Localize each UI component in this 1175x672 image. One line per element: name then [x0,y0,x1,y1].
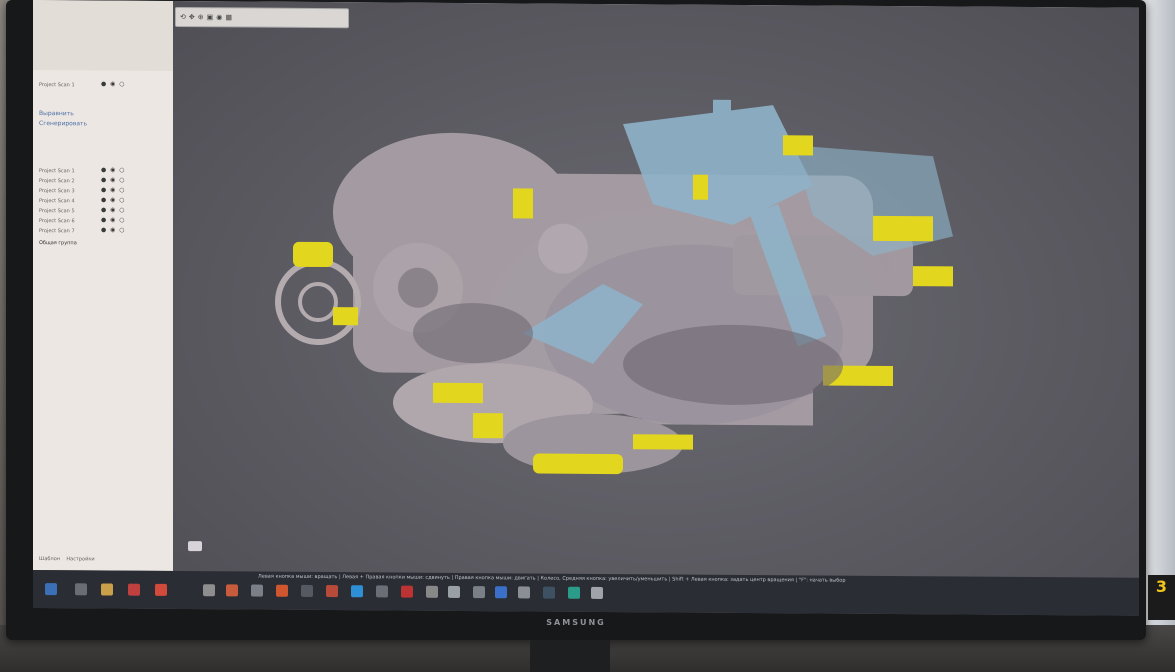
app-icon[interactable] [473,586,485,599]
browser-icon[interactable] [351,585,363,598]
pdf-icon[interactable] [326,585,338,598]
app-icon[interactable] [591,586,603,599]
scanner-app-icon[interactable] [448,585,460,598]
monitor-bezel: Project Scan 1 ● ◉ ○ Выравнить Сгенериро… [6,0,1146,640]
scan-row[interactable]: Project Scan 1 [39,168,75,176]
grid-icon[interactable]: ▦ [225,13,235,21]
pan-icon[interactable]: ✥ [189,13,198,21]
app-icon[interactable] [128,583,140,596]
eye-icon[interactable]: ◉ [216,13,225,21]
scan-row-icons[interactable]: ● ◉ ○ [101,226,126,234]
generate-action[interactable]: Сгенерировать [39,120,87,128]
app-icon[interactable] [568,586,580,599]
scan-row[interactable]: Project Scan 7 [39,228,75,236]
scan-row[interactable]: Project Scan 1 [39,82,75,90]
left-panel: Project Scan 1 ● ◉ ○ Выравнить Сгенериро… [33,0,174,571]
app-icon[interactable] [401,585,413,598]
scan-row[interactable]: Project Scan 2 [39,178,75,186]
left-panel-footer: Шаблон Настройки [39,556,95,562]
zoom-icon[interactable]: ⊕ [198,13,207,21]
app-icon[interactable] [543,586,555,599]
app-icon[interactable] [301,584,313,597]
search-icon[interactable] [75,583,87,596]
folder-icon[interactable] [101,583,113,596]
scan-row[interactable]: Project Scan 6 [39,218,75,226]
app-icon[interactable] [226,584,238,597]
scan-row-icons[interactable]: ● ◉ ○ [101,186,126,194]
group-row[interactable]: Общая группа [39,240,77,248]
scan-row-icons[interactable]: ● ◉ ○ [101,196,126,204]
app-icon[interactable] [155,583,167,596]
scan-row-icons[interactable]: ● ◉ ○ [101,216,126,224]
box-sticker: 3 [1148,575,1175,620]
scan-row[interactable]: Project Scan 3 [39,188,75,196]
monitor-brand-logo: SAMSUNG [546,618,606,627]
scan-row[interactable]: Project Scan 4 [39,198,75,206]
footer-tab-settings[interactable]: Настройки [66,556,94,562]
align-action[interactable]: Выравнить [39,110,74,118]
rotate-icon[interactable]: ⟲ [180,13,189,21]
app-icon[interactable] [251,584,263,597]
monitor-stand [530,640,610,672]
scan-row[interactable]: Project Scan 5 [39,208,75,216]
app-icon[interactable] [376,585,388,598]
scan-row-icons[interactable]: ● ◉ ○ [101,166,126,174]
app-icon[interactable] [426,585,438,598]
app-icon[interactable] [518,586,530,599]
select-icon[interactable]: ▣ [207,13,217,21]
3d-viewport[interactable] [173,0,1139,578]
scan-row-icons[interactable]: ● ◉ ○ [101,80,126,88]
system-tray[interactable] [1033,581,1133,612]
left-panel-toolbar [33,0,173,71]
footer-tab-template[interactable]: Шаблон [39,556,60,562]
scan-row-icons[interactable]: ● ◉ ○ [101,176,126,184]
viewport-toolbar[interactable]: ⟲✥⊕▣◉▦ [175,6,349,29]
app-icon[interactable] [495,586,507,599]
app-icon[interactable] [203,584,215,597]
pdf-icon[interactable] [276,584,288,597]
scan-model[interactable] [173,1,1139,578]
start-icon[interactable] [45,583,57,596]
scan-row-icons[interactable]: ● ◉ ○ [101,206,126,214]
axis-cube-icon[interactable] [188,541,202,552]
screen: Project Scan 1 ● ◉ ○ Выравнить Сгенериро… [33,0,1139,616]
